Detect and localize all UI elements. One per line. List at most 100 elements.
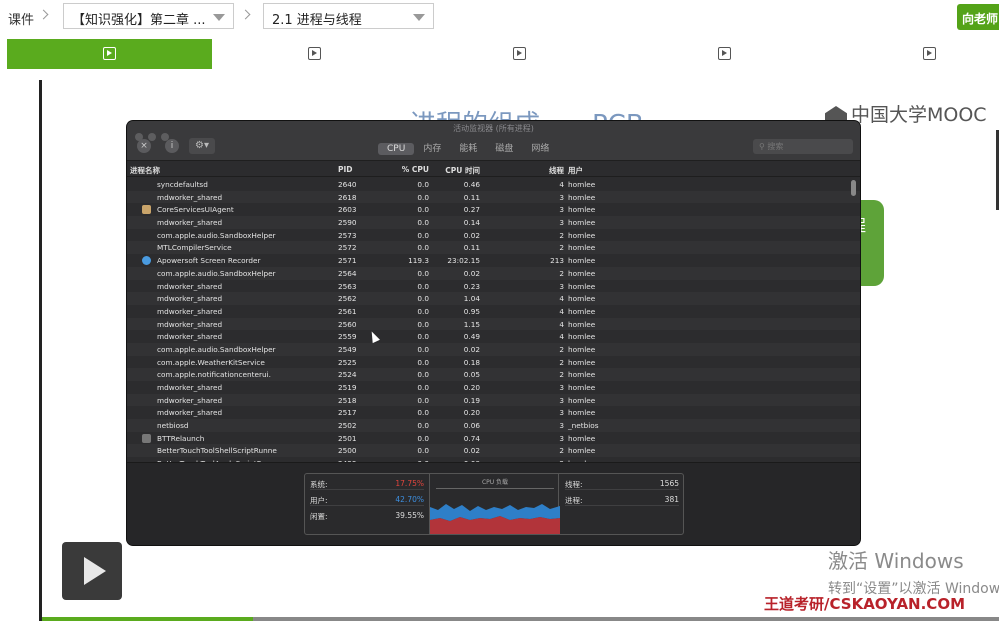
cpu-stats-box: 系统: 17.75% 用户: 42.70% 闲置: 39.55% CPU 负载 线程:… <box>304 473 684 535</box>
process-name: mdworker_shared <box>157 192 223 202</box>
activity-monitor-window: 活动监视器 (所有进程) × i ⚙▾ CPU 内存 能耗 磁盘 网络 ⚲ 搜索 进程名… <box>127 121 860 545</box>
play-icon <box>308 47 321 60</box>
table-row[interactable]: netbiosd 2502 0.0 0.06 3 _netbios <box>127 419 860 432</box>
process-pid: 2524 <box>338 370 357 380</box>
table-row[interactable]: mdworker_shared 2563 0.0 0.23 3 homlee <box>127 280 860 293</box>
table-row[interactable]: com.apple.audio.SandboxHelper 2564 0.0 0.02… <box>127 266 860 280</box>
table-row[interactable]: mdworker_shared 2618 0.0 0.11 3 homlee <box>127 190 860 204</box>
table-row[interactable]: Apowersoft Screen Recorder 2571 119.3 23:02… <box>127 254 860 267</box>
ask-teacher-button[interactable]: 向老师 <box>957 4 999 30</box>
window-toolbar: 活动监视器 (所有进程) × i ⚙▾ CPU 内存 能耗 磁盘 网络 ⚲ 搜索 <box>127 121 860 161</box>
process-cpu-time: 23:02.15 <box>447 256 480 266</box>
process-cpu: 0.0 <box>417 281 429 291</box>
cpu-load-chart <box>430 504 560 534</box>
process-cpu: 0.0 <box>417 383 429 392</box>
table-row[interactable]: com.apple.WeatherKitService 2525 0.0 0.18 2 h… <box>127 356 860 369</box>
table-row[interactable]: CoreServicesUIAgent 2603 0.0 0.27 3 homlee <box>127 203 860 216</box>
table-row[interactable]: mdworker_shared 2519 0.0 0.20 3 homlee <box>127 381 860 394</box>
process-cpu-time: 0.23 <box>463 281 480 291</box>
process-user: homlee <box>568 180 596 189</box>
process-threads: 3 <box>559 408 564 418</box>
process-cpu: 0.0 <box>417 446 429 456</box>
process-pid: 2618 <box>338 192 357 202</box>
tab-energy[interactable]: 能耗 <box>450 140 486 155</box>
process-name: BetterTouchToolShellScriptRunne <box>157 446 277 456</box>
tab-video-5[interactable] <box>827 39 999 69</box>
table-row[interactable]: BetterTouchToolShellScriptRunne 2500 0.0 0.… <box>127 444 860 458</box>
process-user: homlee <box>568 243 596 253</box>
gear-icon[interactable]: ⚙▾ <box>189 138 215 154</box>
video-player[interactable]: 进程的组成——PCB 中国大学MOOC 程 blueheart2019 活动监视… <box>39 80 999 621</box>
chevron-right-icon <box>38 9 49 20</box>
table-row[interactable]: syncdefaultsd 2640 0.0 0.46 4 homlee <box>127 178 860 191</box>
tab-video-3[interactable] <box>417 39 622 69</box>
process-pid: 2573 <box>338 230 357 240</box>
process-cpu: 0.0 <box>417 180 429 189</box>
tab-network[interactable]: 网络 <box>522 140 558 155</box>
tab-cpu[interactable]: CPU <box>378 143 415 155</box>
process-cpu: 0.0 <box>417 319 429 329</box>
tab-disk[interactable]: 磁盘 <box>486 140 522 155</box>
process-threads: 2 <box>559 243 564 253</box>
process-threads: 3 <box>559 383 564 392</box>
tab-video-2[interactable] <box>212 39 417 69</box>
table-row[interactable]: BTTRelaunch 2501 0.0 0.74 3 homlee <box>127 432 860 445</box>
activation-title: 激活 Windows <box>828 549 964 573</box>
process-threads: 3 <box>559 281 564 291</box>
idle-value: 39.55% <box>395 511 424 520</box>
col-name[interactable]: 进程名称 <box>130 165 160 176</box>
process-cpu: 0.0 <box>417 192 429 202</box>
table-row[interactable]: mdworker_shared 2517 0.0 0.20 3 homlee <box>127 406 860 419</box>
col-user[interactable]: 用户 <box>568 165 583 176</box>
tab-video-1[interactable] <box>7 39 212 69</box>
table-row[interactable]: com.apple.audio.SandboxHelper 2549 0.0 0.02… <box>127 342 860 356</box>
video-progress-bar[interactable] <box>42 617 999 621</box>
minimize-dot[interactable] <box>148 133 156 141</box>
table-row[interactable]: mdworker_shared 2561 0.0 0.95 4 homlee <box>127 305 860 318</box>
table-row[interactable]: mdworker_shared 2560 0.0 1.15 4 homlee <box>127 317 860 331</box>
table-row[interactable]: mdworker_shared 2562 0.0 1.04 4 homlee <box>127 292 860 305</box>
process-pid: 2563 <box>338 281 357 291</box>
scrollbar-thumb[interactable] <box>851 180 856 196</box>
idle-label: 闲置: <box>310 512 328 521</box>
chevron-down-icon <box>213 14 225 21</box>
table-row[interactable]: MTLCompilerService 2572 0.0 0.11 2 homlee <box>127 241 860 255</box>
play-button[interactable] <box>62 542 122 600</box>
process-threads: 3 <box>559 205 564 215</box>
process-cpu: 0.0 <box>417 370 429 380</box>
cpu-load-graph: CPU 负载 <box>429 474 560 534</box>
table-row[interactable]: mdworker_shared 2590 0.0 0.14 3 homlee <box>127 216 860 229</box>
info-icon[interactable]: i <box>165 139 179 153</box>
scrollbar[interactable] <box>851 178 856 462</box>
col-threads[interactable]: 线程 <box>522 165 564 176</box>
process-pid: 2517 <box>338 408 357 418</box>
col-cpu-time[interactable]: CPU 时间 <box>434 165 480 176</box>
process-cpu-time: 0.19 <box>463 395 480 405</box>
process-cpu: 0.0 <box>417 408 429 418</box>
process-cpu-time: 0.05 <box>463 370 480 380</box>
table-row[interactable]: mdworker_shared 2518 0.0 0.19 3 homlee <box>127 393 860 407</box>
stop-process-icon[interactable]: × <box>137 139 151 153</box>
chapter-select[interactable]: 【知识强化】第二章 ... <box>63 3 234 29</box>
process-cpu-time: 0.20 <box>463 383 480 392</box>
process-threads: 2 <box>559 446 564 456</box>
process-user: homlee <box>568 256 596 266</box>
courseware-breadcrumb[interactable]: 课件 <box>8 9 34 28</box>
threads-label: 线程: <box>565 480 583 489</box>
table-row[interactable]: com.apple.notificationcenterui. 2524 0.0 0.… <box>127 368 860 381</box>
table-row[interactable]: mdworker_shared 2559 0.0 0.49 4 homlee <box>127 330 860 343</box>
col-pid[interactable]: PID <box>338 165 353 174</box>
process-user: homlee <box>568 192 596 202</box>
lesson-select[interactable]: 2.1 进程与线程 <box>263 3 434 29</box>
process-user: homlee <box>568 281 596 291</box>
table-row[interactable]: com.apple.audio.SandboxHelper 2573 0.0 0.02… <box>127 229 860 242</box>
tab-video-4[interactable] <box>622 39 827 69</box>
search-field[interactable]: ⚲ 搜索 <box>753 139 853 154</box>
process-name: Apowersoft Screen Recorder <box>157 256 261 266</box>
tab-memory[interactable]: 内存 <box>414 140 450 155</box>
process-name: netbiosd <box>157 421 189 431</box>
col-cpu[interactable]: % CPU <box>374 165 429 174</box>
process-name: com.apple.notificationcenterui. <box>157 370 271 380</box>
process-name: mdworker_shared <box>157 383 223 392</box>
progress-fill <box>42 617 254 621</box>
